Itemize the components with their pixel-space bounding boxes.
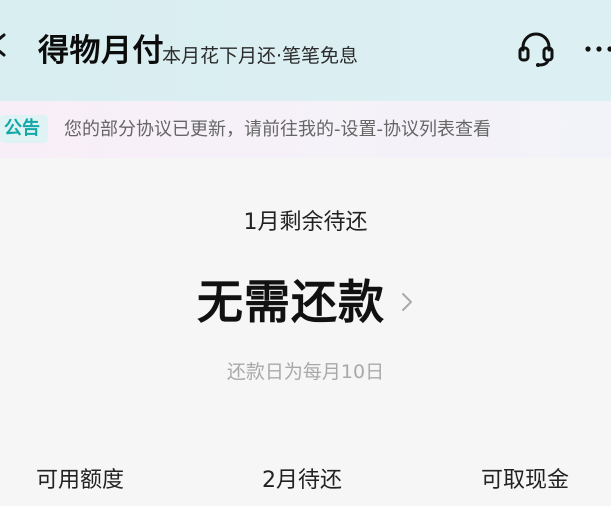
more-dots-icon[interactable] xyxy=(584,44,611,54)
available-credit-label[interactable]: 可用额度 xyxy=(36,466,124,496)
app-brand-title: 得物月付 xyxy=(38,33,164,69)
repayment-status-row[interactable]: 无需还款 xyxy=(0,270,611,334)
app-slogan: 本月花下月还·笔笔免息 xyxy=(162,45,359,67)
top-header: 得物月付 本月花下月还·笔笔免息 xyxy=(0,0,611,101)
cash-withdraw-label[interactable]: 可取现金 xyxy=(481,466,569,496)
customer-service-headset-icon[interactable] xyxy=(517,30,555,68)
chevron-right-icon[interactable] xyxy=(400,291,414,313)
notice-bar[interactable]: 公告 您的部分协议已更新，请前往我的-设置-协议列表查看 xyxy=(0,101,611,158)
repayment-day-note: 还款日为每月10日 xyxy=(226,361,385,383)
notice-text[interactable]: 您的部分协议已更新，请前往我的-设置-协议列表查看 xyxy=(64,118,491,142)
february-due-label[interactable]: 2月待还 xyxy=(262,466,342,496)
back-chevron-icon[interactable] xyxy=(0,33,10,57)
remaining-due-label: 1月剩余待还 xyxy=(243,210,368,235)
repayment-status[interactable]: 无需还款 xyxy=(197,270,385,334)
notice-badge: 公告 xyxy=(0,115,48,143)
